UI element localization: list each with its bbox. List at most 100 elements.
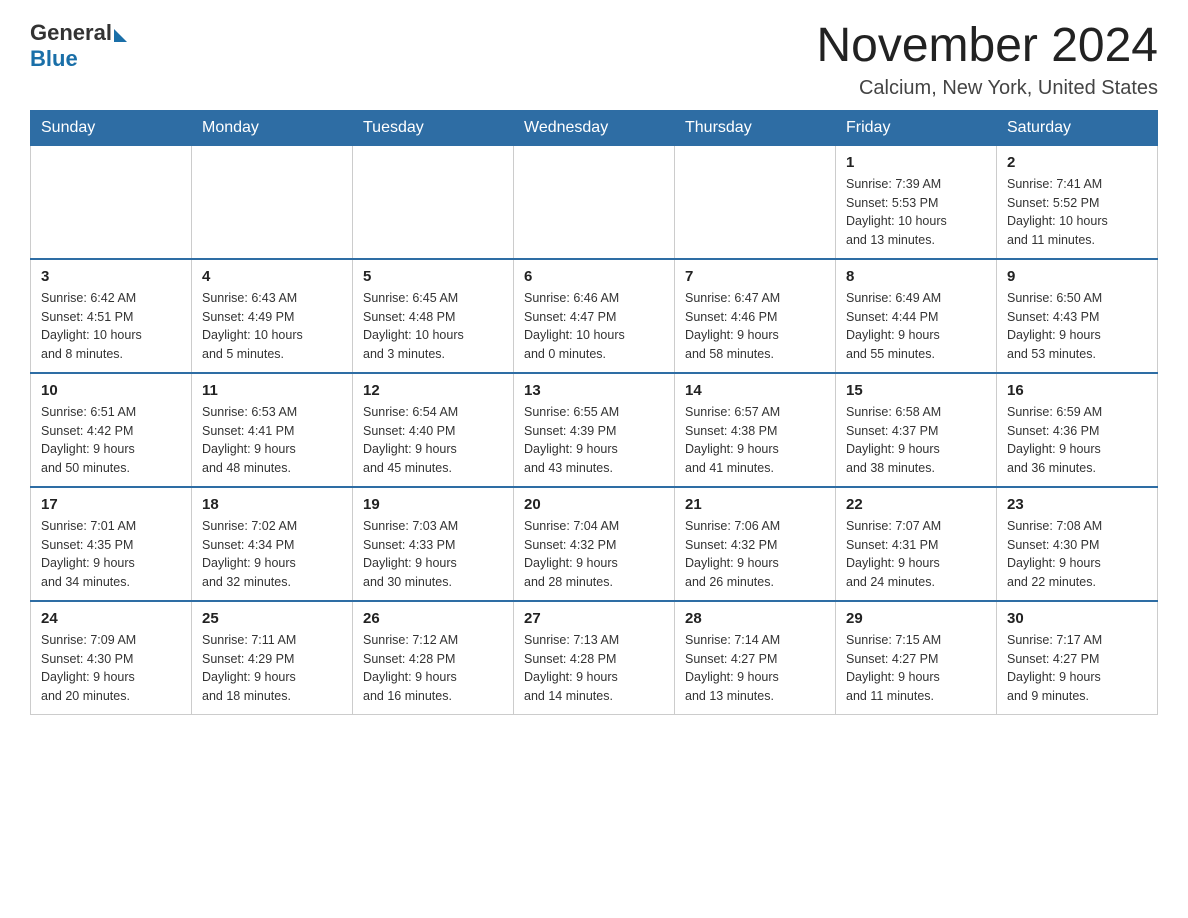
calendar-week-row: 10 Sunrise: 6:51 AM Sunset: 4:42 PM Dayli… [31,373,1158,487]
day-info: Sunrise: 6:53 AM Sunset: 4:41 PM Dayligh… [202,403,342,478]
day-info: Sunrise: 7:02 AM Sunset: 4:34 PM Dayligh… [202,517,342,592]
calendar-cell: 30Sunrise: 7:17 AM Sunset: 4:27 PM Dayli… [997,601,1158,715]
day-number: 7 [685,268,825,285]
day-info: Sunrise: 6:58 AM Sunset: 4:37 PM Dayligh… [846,403,986,478]
calendar-cell: 14Sunrise: 6:57 AM Sunset: 4:38 PM Dayli… [675,373,836,487]
day-info: Sunrise: 6:47 AM Sunset: 4:46 PM Dayligh… [685,289,825,364]
day-info: Sunrise: 7:03 AM Sunset: 4:33 PM Dayligh… [363,517,503,592]
calendar-cell: 4 Sunrise: 6:43 AM Sunset: 4:49 PM Daylig… [192,259,353,373]
title-section: November 2024 Calcium, New York, United … [816,20,1158,100]
logo-icon: General Blue [30,20,127,72]
day-info: Sunrise: 6:49 AM Sunset: 4:44 PM Dayligh… [846,289,986,364]
calendar-cell: 29 Sunrise: 7:15 AM Sunset: 4:27 PM Dayli… [836,601,997,715]
day-number: 4 [202,268,342,285]
calendar-header-row: SundayMondayTuesdayWednesdayThursdayFrid… [31,110,1158,145]
day-info: Sunrise: 6:54 AM Sunset: 4:40 PM Dayligh… [363,403,503,478]
location-text: Calcium, New York, United States [816,77,1158,100]
day-number: 13 [524,382,664,399]
logo: General Blue [30,20,127,72]
column-header-tuesday: Tuesday [353,110,514,145]
calendar-cell: 8Sunrise: 6:49 AM Sunset: 4:44 PM Daylig… [836,259,997,373]
column-header-friday: Friday [836,110,997,145]
day-number: 17 [41,496,181,513]
calendar-cell: 7 Sunrise: 6:47 AM Sunset: 4:46 PM Daylig… [675,259,836,373]
day-info: Sunrise: 7:41 AM Sunset: 5:52 PM Dayligh… [1007,175,1147,250]
calendar-cell: 11 Sunrise: 6:53 AM Sunset: 4:41 PM Dayli… [192,373,353,487]
calendar-cell: 3Sunrise: 6:42 AM Sunset: 4:51 PM Daylig… [31,259,192,373]
calendar-cell: 13 Sunrise: 6:55 AM Sunset: 4:39 PM Dayli… [514,373,675,487]
day-info: Sunrise: 6:55 AM Sunset: 4:39 PM Dayligh… [524,403,664,478]
day-info: Sunrise: 6:51 AM Sunset: 4:42 PM Dayligh… [41,403,181,478]
column-header-saturday: Saturday [997,110,1158,145]
day-info: Sunrise: 6:59 AM Sunset: 4:36 PM Dayligh… [1007,403,1147,478]
calendar-cell: 21 Sunrise: 7:06 AM Sunset: 4:32 PM Dayli… [675,487,836,601]
calendar-cell [353,145,514,259]
calendar-cell [675,145,836,259]
calendar-cell: 18 Sunrise: 7:02 AM Sunset: 4:34 PM Dayli… [192,487,353,601]
calendar-cell: 17 Sunrise: 7:01 AM Sunset: 4:35 PM Dayli… [31,487,192,601]
day-number: 26 [363,610,503,627]
day-info: Sunrise: 7:11 AM Sunset: 4:29 PM Dayligh… [202,631,342,706]
calendar-cell: 10 Sunrise: 6:51 AM Sunset: 4:42 PM Dayli… [31,373,192,487]
day-info: Sunrise: 7:07 AM Sunset: 4:31 PM Dayligh… [846,517,986,592]
column-header-monday: Monday [192,110,353,145]
day-number: 5 [363,268,503,285]
day-number: 23 [1007,496,1147,513]
day-number: 3 [41,268,181,285]
calendar-cell: 22 Sunrise: 7:07 AM Sunset: 4:31 PM Dayli… [836,487,997,601]
day-number: 6 [524,268,664,285]
day-number: 18 [202,496,342,513]
calendar-cell: 15 Sunrise: 6:58 AM Sunset: 4:37 PM Dayli… [836,373,997,487]
column-header-wednesday: Wednesday [514,110,675,145]
calendar-table: SundayMondayTuesdayWednesdayThursdayFrid… [30,110,1158,715]
calendar-week-row: 3Sunrise: 6:42 AM Sunset: 4:51 PM Daylig… [31,259,1158,373]
calendar-week-row: 24Sunrise: 7:09 AM Sunset: 4:30 PM Dayli… [31,601,1158,715]
day-number: 21 [685,496,825,513]
month-title: November 2024 [816,20,1158,73]
page-header: General Blue November 2024 Calcium, New … [30,20,1158,100]
calendar-cell [31,145,192,259]
day-number: 30 [1007,610,1147,627]
day-info: Sunrise: 7:06 AM Sunset: 4:32 PM Dayligh… [685,517,825,592]
calendar-cell: 25 Sunrise: 7:11 AM Sunset: 4:29 PM Dayli… [192,601,353,715]
calendar-cell: 28Sunrise: 7:14 AM Sunset: 4:27 PM Dayli… [675,601,836,715]
day-info: Sunrise: 7:12 AM Sunset: 4:28 PM Dayligh… [363,631,503,706]
calendar-cell: 5 Sunrise: 6:45 AM Sunset: 4:48 PM Daylig… [353,259,514,373]
day-info: Sunrise: 6:45 AM Sunset: 4:48 PM Dayligh… [363,289,503,364]
day-number: 20 [524,496,664,513]
calendar-cell: 1 Sunrise: 7:39 AM Sunset: 5:53 PM Daylig… [836,145,997,259]
day-info: Sunrise: 6:46 AM Sunset: 4:47 PM Dayligh… [524,289,664,364]
day-number: 11 [202,382,342,399]
day-info: Sunrise: 7:15 AM Sunset: 4:27 PM Dayligh… [846,631,986,706]
logo-triangle-icon [114,29,127,42]
logo-blue-text: Blue [30,46,78,71]
calendar-cell: 2 Sunrise: 7:41 AM Sunset: 5:52 PM Daylig… [997,145,1158,259]
day-info: Sunrise: 6:57 AM Sunset: 4:38 PM Dayligh… [685,403,825,478]
day-info: Sunrise: 7:14 AM Sunset: 4:27 PM Dayligh… [685,631,825,706]
day-number: 22 [846,496,986,513]
column-header-sunday: Sunday [31,110,192,145]
day-number: 29 [846,610,986,627]
day-info: Sunrise: 7:13 AM Sunset: 4:28 PM Dayligh… [524,631,664,706]
day-info: Sunrise: 7:39 AM Sunset: 5:53 PM Dayligh… [846,175,986,250]
calendar-cell: 20 Sunrise: 7:04 AM Sunset: 4:32 PM Dayli… [514,487,675,601]
day-number: 9 [1007,268,1147,285]
calendar-week-row: 1 Sunrise: 7:39 AM Sunset: 5:53 PM Daylig… [31,145,1158,259]
logo-general-text: General [30,20,112,46]
day-number: 25 [202,610,342,627]
column-header-thursday: Thursday [675,110,836,145]
day-info: Sunrise: 7:01 AM Sunset: 4:35 PM Dayligh… [41,517,181,592]
day-info: Sunrise: 7:04 AM Sunset: 4:32 PM Dayligh… [524,517,664,592]
calendar-cell: 26 Sunrise: 7:12 AM Sunset: 4:28 PM Dayli… [353,601,514,715]
day-number: 1 [846,154,986,171]
day-number: 2 [1007,154,1147,171]
calendar-cell [514,145,675,259]
day-number: 16 [1007,382,1147,399]
calendar-cell: 6 Sunrise: 6:46 AM Sunset: 4:47 PM Daylig… [514,259,675,373]
day-number: 10 [41,382,181,399]
calendar-cell: 24Sunrise: 7:09 AM Sunset: 4:30 PM Dayli… [31,601,192,715]
day-info: Sunrise: 6:43 AM Sunset: 4:49 PM Dayligh… [202,289,342,364]
calendar-cell [192,145,353,259]
day-info: Sunrise: 7:08 AM Sunset: 4:30 PM Dayligh… [1007,517,1147,592]
day-number: 15 [846,382,986,399]
